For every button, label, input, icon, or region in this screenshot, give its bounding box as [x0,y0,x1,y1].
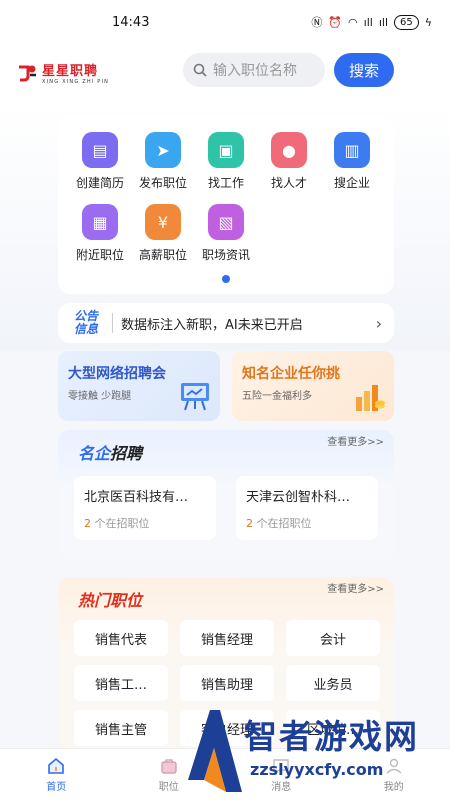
battery-icon: 65 [394,14,419,30]
section-title: 热门职位 [78,591,143,610]
job-count-suffix: 个在招职位 [256,517,312,530]
section-title-rest: 招聘 [110,444,143,463]
quick-action-label: 职场资讯 [201,248,250,262]
logo-icon [19,65,36,82]
briefcase-icon [161,759,177,774]
job-count-number: 2 [84,517,91,530]
quick-action-item[interactable]: ▦ 附近职位 [68,204,132,263]
signal-icon-2: ıll [378,15,388,29]
company-name: 北京医百科技有… [84,490,189,505]
view-more-link[interactable]: 查看更多>> [327,580,384,595]
nfc-icon: Ⓝ [311,16,323,29]
hot-job-chip[interactable]: 销售主管 [74,710,168,746]
hot-job-chip[interactable]: 销售工… [74,665,168,701]
hot-job-chip[interactable]: 销售经理 [180,620,274,656]
briefcase-icon: ▣ [208,132,244,168]
view-more-link[interactable]: 查看更多>> [327,433,384,448]
watermark-url: zzslyyxcfy.com [250,760,384,779]
watermark-text: 智者游戏网 [244,717,419,756]
alarm-icon: ⏰ [328,15,343,29]
quick-action-label: 找工作 [207,176,244,190]
hot-job-chip[interactable]: 业务员 [286,665,380,701]
divider [112,313,113,333]
hot-job-chip[interactable]: 销售助理 [180,665,274,701]
logo-pinyin: XING XING ZHI PIN [42,78,110,85]
send-icon: ➤ [145,132,181,168]
company-card[interactable]: 天津云创智朴科… 2 个在招职位 [236,476,378,540]
status-time: 14:43 [112,14,150,30]
top-companies-banner[interactable]: 知名企业任你挑 五险一金福利多 [232,351,394,421]
tab-label: 职位 [158,782,179,793]
signal-icon: ıll [363,15,373,29]
job-fair-banner[interactable]: 大型网络招聘会 零接触 少跑腿 [58,351,220,421]
quick-action-item[interactable]: ▧ 职场资讯 [194,204,258,263]
company-name: 天津云创智朴科… [246,490,351,505]
wifi-icon: ◠ [348,15,358,29]
section-title-highlight: 名企 [78,444,111,463]
quick-action-label: 找人才 [270,176,307,190]
enterprise-icon: ▥ [334,132,370,168]
company-job-count: 2 个在招职位 [246,515,368,531]
status-icons: Ⓝ ⏰ ◠ ıll ıll 65 ϟ [311,14,432,30]
building-icon: ▦ [82,204,118,240]
chevron-right-icon: › [375,313,382,333]
quick-action-label: 高薪职位 [138,248,187,262]
search-button[interactable]: 搜索 [334,53,394,87]
hot-job-chip[interactable]: 销售代表 [74,620,168,656]
status-bar: 14:43 Ⓝ ⏰ ◠ ıll ıll 65 ϟ [0,0,450,44]
job-count-number: 2 [246,517,253,530]
home-icon [48,757,65,774]
quick-action-item[interactable]: ¥ 高薪职位 [131,204,195,263]
tab-label: 首页 [46,782,67,793]
quick-action-item[interactable]: ▣ 找工作 [194,132,258,191]
money-bag-icon: ¥ [145,204,181,240]
tab-home[interactable]: 首页 [16,756,96,793]
watermark: 智者游戏网 zzslyyxcfy.com [180,702,450,800]
charging-icon: ϟ [424,15,432,29]
company-card[interactable]: 北京医百科技有… 2 个在招职位 [74,476,216,540]
resume-icon: ▤ [82,132,118,168]
section-title: 名企招聘 [78,440,142,464]
quick-action-label: 搜企业 [333,176,370,190]
notice-text: 数据标注入新职，AI未来已开启 [121,317,303,333]
presentation-board-icon [181,383,209,411]
quick-action-label: 附近职位 [75,248,124,262]
famous-companies-section: 名企招聘 查看更多>> 北京医百科技有… 2 个在招职位 天津云创智朴科… 2 … [58,430,394,560]
quick-action-label: 创建简历 [75,176,124,190]
search-placeholder: 输入职位名称 [213,63,297,79]
watermark-logo-icon [188,710,242,792]
logo-name: 星星职聘 [42,63,99,79]
person-icon: ● [271,132,307,168]
notice-tag: 公告 信息 [74,310,104,336]
notice-tag-line2: 信息 [74,322,99,336]
coins-chart-icon [356,385,385,411]
quick-actions-card: ▤ 创建简历 ➤ 发布职位 ▣ 找工作 ● 找人才 ▥ 搜企业 ▦ 附近职位 ¥ 高薪职位 ▧ 职场资讯 [58,116,394,294]
quick-action-item[interactable]: ▥ 搜企业 [320,132,384,191]
hot-job-chip[interactable]: 会计 [286,620,380,656]
company-job-count: 2 个在招职位 [84,515,206,531]
search-input[interactable]: 输入职位名称 [183,53,325,87]
job-count-suffix: 个在招职位 [94,517,150,530]
news-icon: ▧ [208,204,244,240]
app-header: 星星职聘 XING XING ZHI PIN 输入职位名称 搜索 [0,44,450,100]
page-indicator-dot [222,275,230,283]
quick-action-item[interactable]: ➤ 发布职位 [131,132,195,191]
quick-action-label: 发布职位 [138,176,187,190]
app-logo[interactable]: 星星职聘 XING XING ZHI PIN [16,60,166,85]
quick-action-item[interactable]: ▤ 创建简历 [68,132,132,191]
search-icon [193,63,207,77]
notice-bar[interactable]: 公告 信息 数据标注入新职，AI未来已开启 › [58,303,394,343]
quick-action-item[interactable]: ● 找人才 [257,132,321,191]
